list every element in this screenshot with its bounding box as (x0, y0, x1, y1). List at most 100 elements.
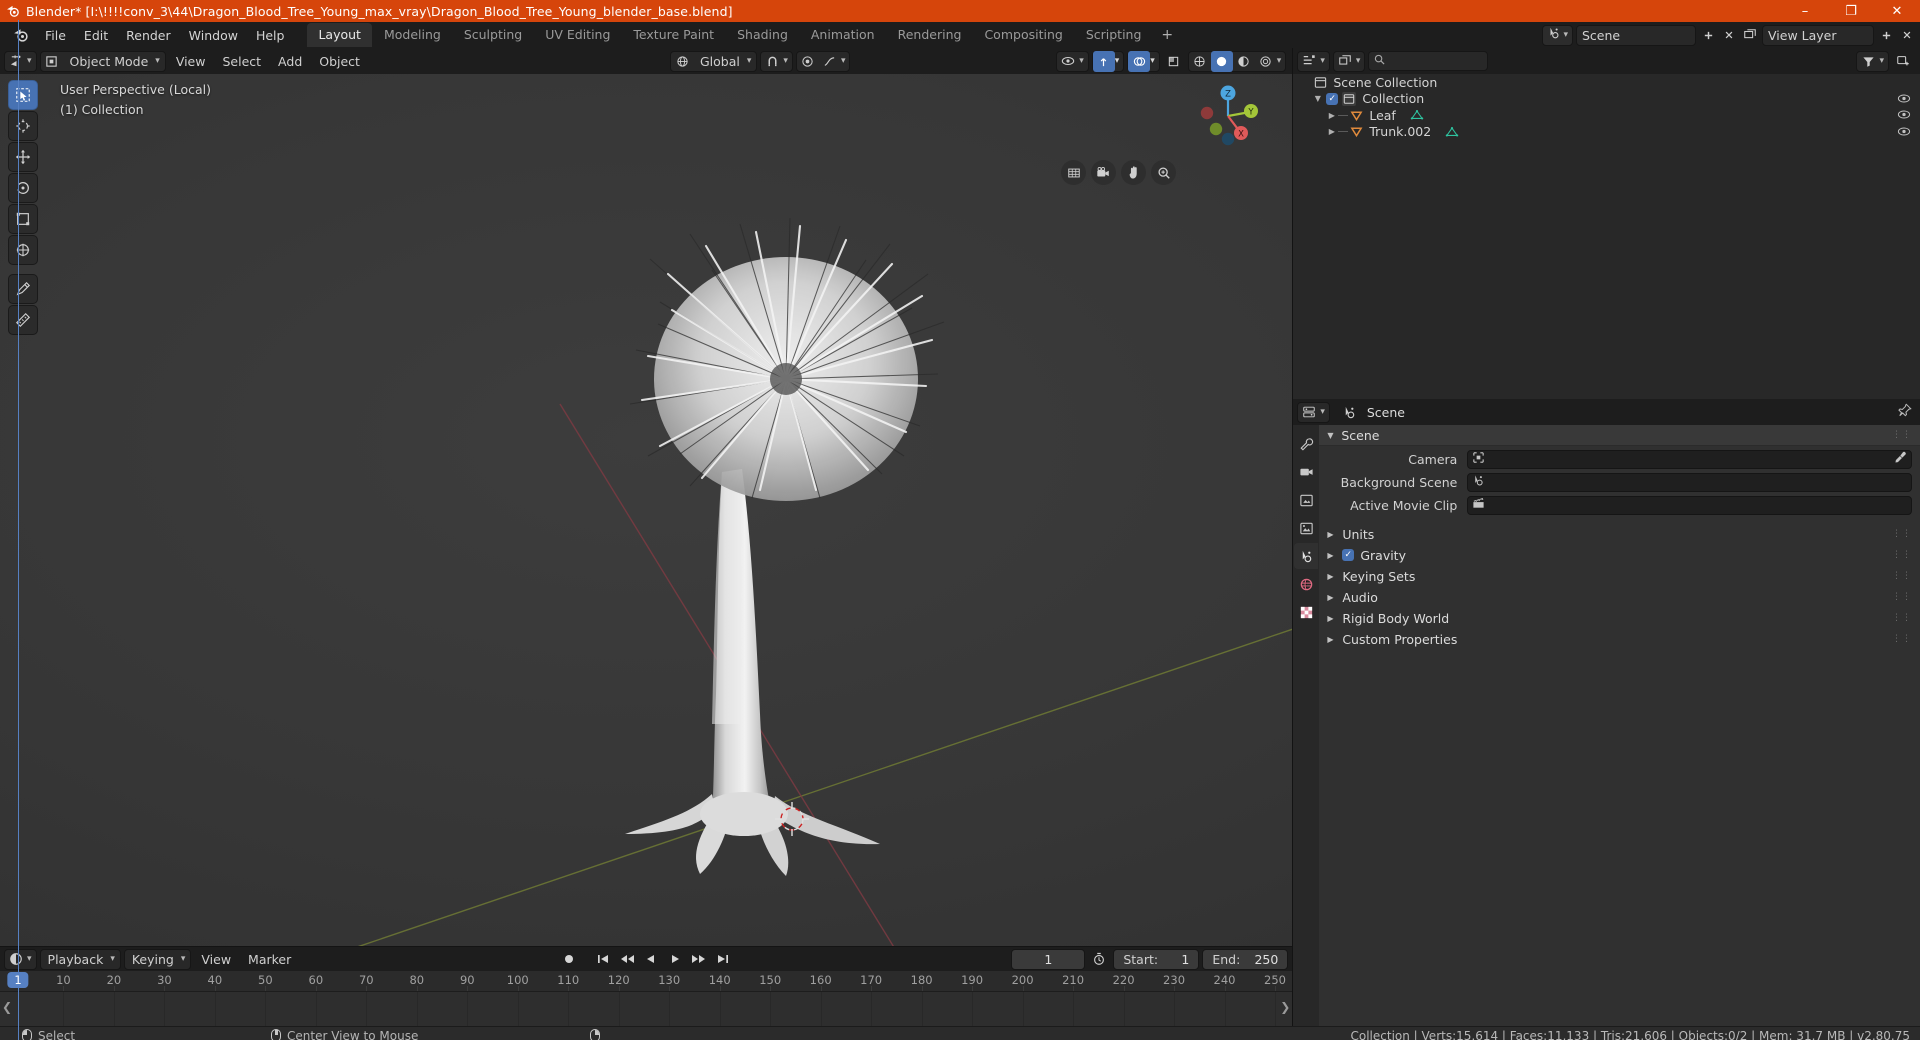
outliner-editor-type-selector[interactable]: ▾ (1297, 50, 1330, 72)
panel-header-scene[interactable]: ▼ Scene ⋮⋮ (1319, 425, 1920, 446)
collection-checkbox[interactable]: ✓ (1326, 92, 1339, 105)
visibility-controls[interactable]: ▾ (1056, 50, 1089, 72)
minimize-button[interactable]: – (1782, 0, 1828, 22)
outliner-tree[interactable]: Scene Collection ▼ ✓ Collection ▶ Leaf ▶… (1293, 74, 1920, 399)
viewport-menu-select[interactable]: Select (215, 52, 268, 71)
subpanel-gravity[interactable]: ▶ ✓ Gravity ⋮⋮ (1319, 545, 1920, 565)
current-frame-field[interactable]: 1 (1011, 948, 1086, 970)
wireframe-shading-icon[interactable] (1189, 51, 1211, 72)
active-movie-clip-field[interactable] (1467, 495, 1912, 515)
properties-tab-tool[interactable] (1294, 431, 1318, 457)
subpanel-custom-properties[interactable]: ▶ Custom Properties ⋮⋮ (1319, 629, 1920, 649)
menu-file[interactable]: File (36, 25, 75, 46)
gizmo-icon[interactable] (1092, 50, 1115, 72)
gizmo-controls[interactable]: ▾ (1091, 50, 1125, 72)
viewport-canvas[interactable]: User Perspective (Local) (1) Collection (0, 74, 1293, 946)
disclosure-triangle-icon[interactable]: ▼ (1311, 94, 1324, 103)
menu-edit[interactable]: Edit (75, 25, 117, 46)
outliner-filter-controls[interactable]: ▾ (1856, 50, 1889, 72)
gravity-checkbox[interactable]: ✓ (1342, 549, 1355, 561)
outliner-row-scene-collection[interactable]: Scene Collection (1293, 74, 1920, 91)
end-frame-field[interactable]: End: 250 (1202, 948, 1289, 970)
previous-keyframe-button[interactable] (616, 949, 638, 970)
eyedropper-icon[interactable] (1894, 451, 1907, 468)
timeline-scroll-left-icon[interactable]: ❮ (2, 1000, 12, 1014)
visibility-eye-icon[interactable] (1897, 92, 1911, 107)
viewport-menu-view[interactable]: View (169, 52, 213, 71)
editor-type-selector[interactable]: ▾ (4, 50, 37, 72)
remove-view-layer-button[interactable] (1898, 25, 1916, 46)
rendered-shading-icon[interactable] (1255, 51, 1277, 72)
shading-mode-selector[interactable]: ▾ (1187, 50, 1287, 72)
properties-tab-texture[interactable] (1294, 599, 1318, 625)
interaction-mode-selector[interactable]: Object Mode ▾ (39, 50, 166, 72)
next-keyframe-button[interactable] (688, 949, 710, 970)
tab-compositing[interactable]: Compositing (973, 23, 1073, 47)
scene-datablock-selector[interactable]: ▾ (1542, 24, 1573, 46)
transform-tool[interactable] (8, 235, 38, 265)
timeline-menu-marker[interactable]: Marker (241, 950, 298, 969)
measure-tool[interactable] (8, 305, 38, 335)
jump-to-start-button[interactable] (592, 949, 614, 970)
tab-scripting[interactable]: Scripting (1075, 23, 1153, 47)
properties-tab-world[interactable] (1294, 571, 1318, 597)
viewport-menu-add[interactable]: Add (271, 52, 309, 71)
zoom-icon[interactable] (1151, 160, 1177, 185)
properties-tab-view-layer[interactable] (1294, 515, 1318, 541)
outliner-row-leaf[interactable]: ▶ Leaf (1293, 107, 1920, 124)
maximize-button[interactable]: ❐ (1828, 0, 1874, 22)
overlay-controls[interactable]: ▾ (1127, 50, 1160, 72)
tab-animation[interactable]: Animation (800, 23, 886, 47)
jump-to-end-button[interactable] (712, 949, 734, 970)
camera-field[interactable] (1467, 449, 1912, 469)
filter-icon[interactable] (1857, 51, 1879, 72)
close-button[interactable]: ✕ (1874, 0, 1920, 22)
overlays-icon[interactable] (1128, 50, 1151, 72)
transform-orientation-selector[interactable]: Global ▾ (670, 50, 758, 72)
annotate-tool[interactable] (8, 274, 38, 304)
subpanel-keying-sets[interactable]: ▶ Keying Sets ⋮⋮ (1319, 566, 1920, 586)
play-reverse-button[interactable] (640, 949, 662, 970)
disclosure-triangle-icon[interactable]: ▶ (1325, 127, 1338, 136)
tab-rendering[interactable]: Rendering (887, 23, 973, 47)
scale-tool[interactable] (8, 204, 38, 234)
material-preview-icon[interactable] (1233, 51, 1255, 72)
timeline-ruler[interactable]: 10 20 30 40 50 60 70 80 90 100 110 120 130 140 150 160 1… (0, 971, 1293, 992)
outliner-row-collection[interactable]: ▼ ✓ Collection (1293, 91, 1920, 108)
properties-editor-type-selector[interactable]: ▾ (1297, 401, 1330, 423)
tab-texture-paint[interactable]: Texture Paint (622, 23, 725, 47)
outliner-display-mode-selector[interactable]: ▾ (1332, 50, 1366, 72)
disclosure-triangle-icon[interactable]: ▶ (1325, 111, 1338, 120)
menu-render[interactable]: Render (117, 25, 180, 46)
properties-tab-output[interactable] (1294, 487, 1318, 513)
eye-icon[interactable] (1057, 51, 1079, 72)
viewport-menu-object[interactable]: Object (312, 52, 367, 71)
tab-modeling[interactable]: Modeling (373, 23, 452, 47)
play-button[interactable] (664, 949, 686, 970)
pan-hand-icon[interactable] (1121, 160, 1147, 185)
new-view-layer-button[interactable] (1877, 25, 1895, 46)
view-layer-name-field[interactable]: View Layer (1762, 24, 1874, 46)
menu-window[interactable]: Window (180, 25, 247, 46)
blender-menu-icon[interactable] (10, 24, 32, 46)
subpanel-rigid-body-world[interactable]: ▶ Rigid Body World ⋮⋮ (1319, 608, 1920, 628)
timeline-editor-type-selector[interactable]: ▾ (4, 948, 37, 970)
timeline-scroll-right-icon[interactable]: ❯ (1280, 1000, 1290, 1014)
properties-tab-scene[interactable] (1294, 543, 1319, 569)
camera-view-icon[interactable] (1091, 160, 1117, 185)
tab-sculpting[interactable]: Sculpting (453, 23, 533, 47)
cursor-tool[interactable] (8, 111, 38, 141)
unlink-scene-button[interactable] (1720, 25, 1738, 46)
scene-name-field[interactable]: Scene (1576, 24, 1696, 46)
background-scene-field[interactable] (1467, 472, 1912, 492)
new-collection-icon[interactable] (1892, 51, 1914, 72)
tab-layout[interactable]: Layout (307, 23, 372, 47)
toggle-orthographic-icon[interactable] (1061, 160, 1087, 185)
new-scene-button[interactable] (1699, 25, 1717, 46)
keying-menu[interactable]: Keying ▾ (123, 948, 192, 970)
tab-uv-editing[interactable]: UV Editing (534, 23, 621, 47)
magnet-icon[interactable] (761, 51, 783, 72)
snap-controls[interactable]: ▾ (760, 50, 793, 72)
outliner-search-input[interactable] (1368, 51, 1489, 71)
record-button-icon[interactable] (558, 949, 580, 970)
